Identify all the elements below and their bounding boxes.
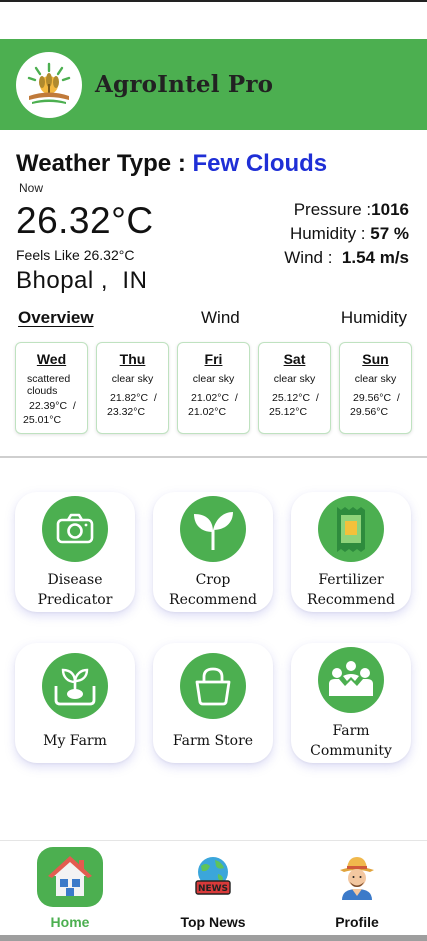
forecast-max: 29.56°C [350, 406, 389, 418]
card-label-line2: Recommend [169, 592, 257, 608]
news-globe-icon: NEWS [180, 847, 246, 907]
forecast-card-sat[interactable]: Sat clear sky 25.12°C / 25.12°C [258, 342, 331, 434]
card-label-line2: Community [310, 743, 392, 759]
card-label-line1: Crop [195, 572, 231, 588]
forecast-max: 21.02°C [188, 406, 227, 418]
forecast-min: 22.39°C / [29, 400, 76, 412]
tab-wind[interactable]: Wind [201, 308, 240, 328]
forecast-card-wed[interactable]: Wed scattered clouds 22.39°C / 25.01°C [15, 342, 88, 434]
bottom-navigation: Home NEWS Top News Profile [0, 840, 427, 935]
nav-top-news[interactable]: NEWS Top News [163, 841, 263, 936]
wheat-logo-icon [27, 62, 71, 104]
svg-text:NEWS: NEWS [198, 884, 228, 894]
wind-row: Wind : 1.54 m/s [284, 246, 409, 270]
forecast-card-sun[interactable]: Sun clear sky 29.56°C / 29.56°C [339, 342, 412, 434]
farmer-avatar-icon [324, 847, 390, 907]
my-farm-card[interactable]: My Farm [15, 643, 135, 763]
status-bar [0, 2, 427, 39]
fertilizer-bag-icon [318, 496, 384, 562]
app-logo [16, 51, 82, 118]
home-icon [37, 847, 103, 907]
pressure-row: Pressure :1016 [284, 198, 409, 222]
weather-stats: Pressure :1016 Humidity : 57 % Wind : 1.… [284, 198, 409, 270]
forecast-range: 25.12°C / 25.12°C [259, 391, 330, 419]
community-icon [318, 647, 384, 713]
forecast-max: 25.01°C [23, 414, 62, 426]
forecast-min: 21.82°C / [110, 392, 157, 404]
city-location: Bhopal , IN [16, 267, 148, 294]
pressure-label: Pressure : [293, 200, 372, 219]
weather-tabs: Overview Wind Humidity [0, 308, 427, 332]
forecast-card-fri[interactable]: Fri clear sky 21.02°C / 21.02°C [177, 342, 250, 434]
forecast-min: 25.12°C / [272, 392, 319, 404]
disease-predicator-card[interactable]: Disease Predicator [15, 492, 135, 612]
section-divider [0, 456, 427, 458]
now-label: Now [19, 181, 44, 195]
humidity-row: Humidity : 57 % [284, 222, 409, 246]
tab-humidity[interactable]: Humidity [341, 308, 407, 328]
forecast-day: Sat [283, 351, 306, 367]
card-label-line1: My Farm [43, 733, 107, 749]
shopping-bag-icon [180, 653, 246, 719]
card-label-line1: Fertilizer [318, 572, 384, 588]
farm-community-card[interactable]: Farm Community [291, 643, 411, 763]
humidity-value: 57 % [370, 224, 409, 243]
forecast-day: Sun [362, 351, 389, 367]
card-label-line2: Predicator [37, 592, 113, 608]
forecast-range: 22.39°C / 25.01°C [16, 399, 87, 427]
weather-type-label: Weather Type : [16, 150, 193, 177]
weather-type: Weather Type : Few Clouds [16, 150, 327, 178]
feels-like: Feels Like 26.32°C [16, 247, 135, 263]
forecast-min: 21.02°C / [191, 392, 238, 404]
nav-home[interactable]: Home [20, 841, 120, 936]
tab-overview[interactable]: Overview [18, 308, 94, 328]
forecast-day: Thu [119, 351, 146, 367]
forecast-desc: scattered clouds [27, 373, 71, 397]
forecast-desc: clear sky [111, 373, 154, 385]
humidity-label: Humidity : [289, 224, 371, 243]
current-temperature: 26.32°C [16, 200, 154, 241]
nav-profile-label: Profile [335, 914, 379, 930]
forecast-max: 23.32°C [107, 406, 146, 418]
forecast-desc: clear sky [192, 373, 235, 385]
card-label-line1: Farm Store [172, 733, 254, 749]
forecast-min: 29.56°C / [353, 392, 400, 404]
farm-store-card[interactable]: Farm Store [153, 643, 273, 763]
forecast-row: Wed scattered clouds 22.39°C / 25.01°C Th… [15, 342, 412, 434]
weather-type-value: Few Clouds [192, 150, 328, 177]
forecast-desc: clear sky [273, 373, 316, 385]
app-title: AgroIntel Pro [95, 71, 274, 98]
forecast-desc: clear sky [354, 373, 397, 385]
nav-profile[interactable]: Profile [307, 841, 407, 936]
forecast-card-thu[interactable]: Thu clear sky 21.82°C / 23.32°C [96, 342, 169, 434]
forecast-day: Wed [36, 351, 67, 367]
forecast-range: 21.82°C / 23.32°C [97, 391, 168, 419]
nav-top-news-label: Top News [180, 914, 246, 930]
card-label-line1: Disease [47, 572, 103, 588]
forecast-day: Fri [204, 351, 223, 367]
forecast-range: 21.02°C / 21.02°C [178, 391, 249, 419]
farm-plant-icon [42, 653, 108, 719]
app-bar: AgroIntel Pro [0, 39, 427, 130]
crop-recommend-card[interactable]: Crop Recommend [153, 492, 273, 612]
wind-label: Wind : [284, 248, 338, 267]
bottom-border [0, 935, 427, 941]
wind-value: 1.54 m/s [337, 248, 409, 267]
camera-icon [42, 496, 108, 562]
card-label-line1: Farm [332, 723, 370, 739]
fertilizer-recommend-card[interactable]: Fertilizer Recommend [291, 492, 411, 612]
forecast-max: 25.12°C [269, 406, 308, 418]
sprout-icon [180, 496, 246, 562]
pressure-value: 1016 [371, 200, 409, 219]
forecast-range: 29.56°C / 29.56°C [340, 391, 411, 419]
card-label-line2: Recommend [307, 592, 395, 608]
nav-home-label: Home [50, 914, 90, 930]
